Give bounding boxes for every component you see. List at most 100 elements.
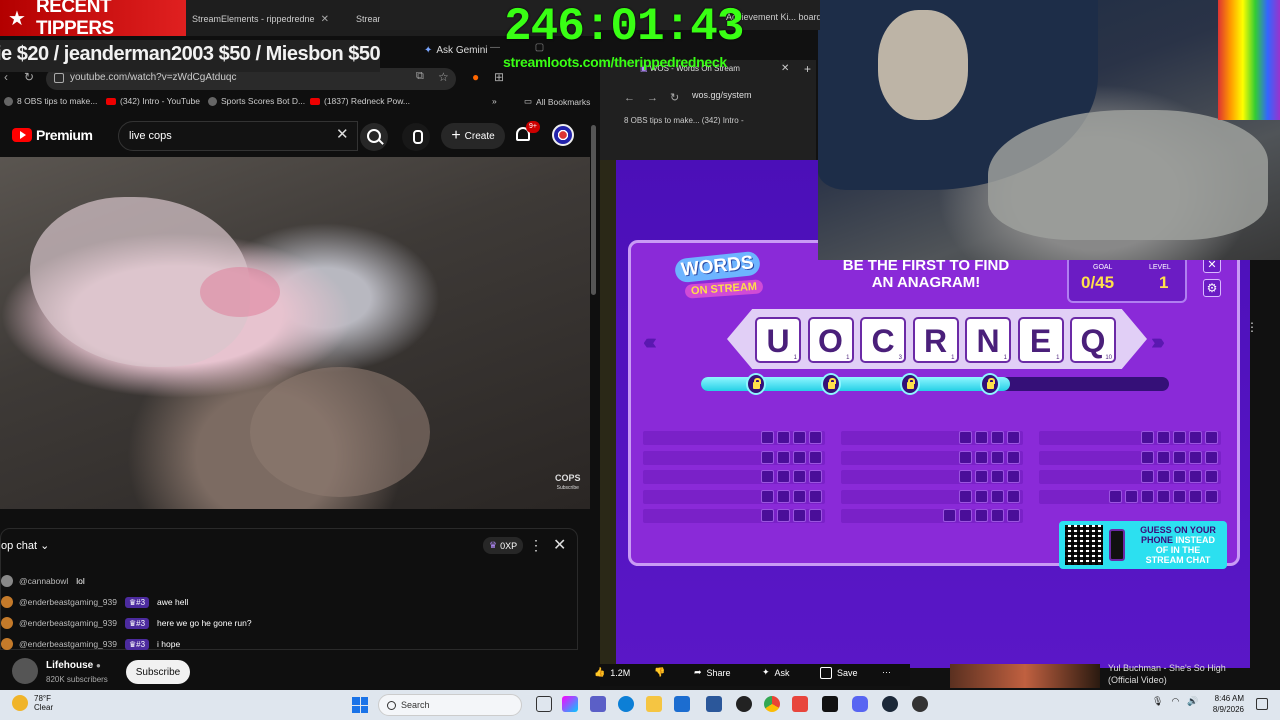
letter-slot bbox=[1205, 470, 1218, 483]
weather-widget[interactable]: 78°F Clear bbox=[12, 694, 53, 712]
back-icon[interactable]: ‹ bbox=[4, 70, 8, 84]
taskbar-search[interactable]: Search bbox=[378, 694, 522, 716]
search-input[interactable] bbox=[129, 130, 329, 142]
plus-icon: + bbox=[451, 127, 461, 144]
video-player[interactable] bbox=[0, 157, 590, 509]
reload-icon[interactable]: ↻ bbox=[24, 70, 34, 84]
notification-icon[interactable] bbox=[1256, 698, 1268, 710]
letter-slot bbox=[1205, 489, 1218, 503]
chevron-right-icon[interactable]: » bbox=[492, 96, 497, 106]
word-slot-row bbox=[841, 489, 1023, 504]
address-bar[interactable]: wos.gg/system bbox=[692, 90, 816, 110]
star-icon[interactable]: ☆ bbox=[438, 70, 449, 84]
site-info-icon[interactable] bbox=[54, 73, 64, 83]
lock-icon bbox=[821, 373, 841, 395]
youtube-header: Premium ✕ + Create 9+ bbox=[0, 117, 590, 155]
tile-letter: C bbox=[871, 323, 895, 359]
app-icon[interactable] bbox=[792, 696, 808, 712]
more-options-icon[interactable]: ⋮ bbox=[1246, 320, 1258, 334]
close-icon[interactable]: ✕ bbox=[336, 125, 349, 143]
bookmarks-bar: 8 OBS tips to make... (342) Intro - YouT… bbox=[0, 92, 600, 112]
letter-slot bbox=[1189, 489, 1202, 503]
file-explorer-icon[interactable] bbox=[646, 696, 662, 712]
more-icon[interactable]: ··· bbox=[882, 667, 891, 677]
windows-start-icon[interactable] bbox=[352, 697, 368, 713]
system-tray[interactable]: 🎙 ◠ 🔊 bbox=[1152, 696, 1199, 707]
bookmarks-bar[interactable]: 8 OBS tips to make... (342) Intro - bbox=[624, 116, 814, 125]
channel-name[interactable]: Lifehouse ● bbox=[46, 660, 101, 671]
all-bookmarks[interactable]: ▭ All Bookmarks bbox=[524, 96, 590, 107]
discord-icon[interactable] bbox=[852, 696, 868, 712]
puzzle-icon[interactable]: ⊞ bbox=[494, 70, 504, 84]
close-icon[interactable]: ✕ bbox=[321, 14, 329, 25]
tab-streamelements[interactable]: StreamElements - rippedredne ✕ bbox=[180, 6, 330, 32]
crown-icon: ♛ bbox=[489, 540, 498, 550]
edge-icon[interactable] bbox=[618, 696, 634, 712]
channel-avatar[interactable] bbox=[12, 658, 38, 684]
xp-badge[interactable]: ♛ 0XP bbox=[483, 537, 524, 554]
dislike-button[interactable]: 👎 bbox=[654, 667, 665, 678]
clock[interactable]: 8:46 AM 8/9/2026 bbox=[1200, 693, 1244, 715]
subscribe-button[interactable]: Subscribe bbox=[126, 660, 190, 684]
close-icon[interactable]: ✕ bbox=[553, 535, 566, 555]
tile-points: 1 bbox=[793, 355, 797, 361]
letter-tile: E1 bbox=[1017, 317, 1064, 363]
more-options-icon[interactable]: ⋮ bbox=[529, 537, 543, 554]
qr-code[interactable] bbox=[1065, 525, 1103, 565]
share-button[interactable]: ➦ Share bbox=[694, 667, 731, 678]
thumbs-down-icon: 👎 bbox=[654, 667, 666, 677]
chat-mode-selector[interactable]: op chat ⌄ bbox=[1, 539, 49, 552]
bookmark-intro[interactable]: (342) Intro - YouTube bbox=[106, 96, 200, 106]
letter-slot bbox=[991, 431, 1004, 444]
desktop: StreamElements - rippedredne ✕ Streamloo… bbox=[0, 0, 1280, 720]
task-view-icon[interactable] bbox=[536, 696, 552, 712]
app-icon[interactable] bbox=[912, 696, 928, 712]
close-icon[interactable]: ✕ bbox=[781, 63, 789, 74]
letter-slot bbox=[777, 470, 790, 483]
tile-letter: R bbox=[923, 323, 948, 359]
search-icon[interactable] bbox=[360, 123, 388, 151]
save-button[interactable]: Save bbox=[820, 667, 858, 679]
youtube-play-icon bbox=[12, 128, 32, 142]
microphone-icon[interactable] bbox=[402, 123, 430, 151]
bookmark-sports[interactable]: Sports Scores Bot D... bbox=[208, 96, 305, 106]
nav-buttons[interactable]: ←→↻ bbox=[624, 91, 691, 104]
gear-icon[interactable]: ⚙ bbox=[1203, 279, 1221, 297]
cast-icon[interactable]: ⧉ bbox=[416, 70, 424, 83]
store-icon[interactable] bbox=[674, 696, 690, 712]
terminal-icon[interactable] bbox=[822, 696, 838, 712]
chrome-icon[interactable] bbox=[764, 696, 780, 712]
letter-slot bbox=[1141, 489, 1154, 503]
letter-slot bbox=[975, 489, 988, 503]
letter-slot bbox=[959, 431, 972, 444]
tile-letter: Q bbox=[1080, 323, 1106, 359]
word-slot-row bbox=[841, 509, 1023, 523]
tile-letter: U bbox=[766, 323, 790, 359]
tile-letter: O bbox=[818, 323, 843, 359]
channel-watermark[interactable]: COPS Subscribe bbox=[555, 473, 581, 493]
scrollbar[interactable] bbox=[591, 125, 596, 295]
teams-icon[interactable] bbox=[590, 696, 606, 712]
copilot-icon[interactable] bbox=[562, 696, 578, 712]
avatar[interactable] bbox=[552, 124, 574, 146]
letter-slot bbox=[1141, 470, 1154, 483]
qr-panel[interactable]: GUESS ON YOUR PHONE INSTEAD OF IN THE ST… bbox=[1059, 521, 1227, 569]
new-tab-icon[interactable]: + bbox=[804, 62, 811, 76]
bookmark-redneck[interactable]: (1837) Redneck Pow... bbox=[310, 96, 410, 106]
related-video-thumbnail[interactable] bbox=[950, 664, 1100, 688]
extension-icon[interactable]: ● bbox=[472, 70, 479, 84]
tile-points: 3 bbox=[898, 355, 902, 361]
letter-tile: O1 bbox=[807, 317, 854, 363]
like-button[interactable]: 👍 1.2M bbox=[594, 667, 630, 678]
letter-slot bbox=[1189, 431, 1202, 444]
related-video-title[interactable]: Yul Buchman - She's So High (Official Vi… bbox=[1108, 662, 1278, 686]
app-icon[interactable] bbox=[706, 696, 722, 712]
steam-icon[interactable] bbox=[882, 696, 898, 712]
ask-button[interactable]: ✦ Ask bbox=[762, 667, 790, 678]
create-button[interactable]: + Create bbox=[441, 123, 505, 149]
letter-slot bbox=[1173, 450, 1186, 464]
obs-icon[interactable] bbox=[736, 696, 752, 712]
ask-gemini-button[interactable]: ✦ Ask Gemini bbox=[424, 40, 488, 60]
bookmark-obs-tips[interactable]: 8 OBS tips to make... bbox=[4, 96, 97, 106]
youtube-logo[interactable]: Premium bbox=[12, 127, 93, 143]
